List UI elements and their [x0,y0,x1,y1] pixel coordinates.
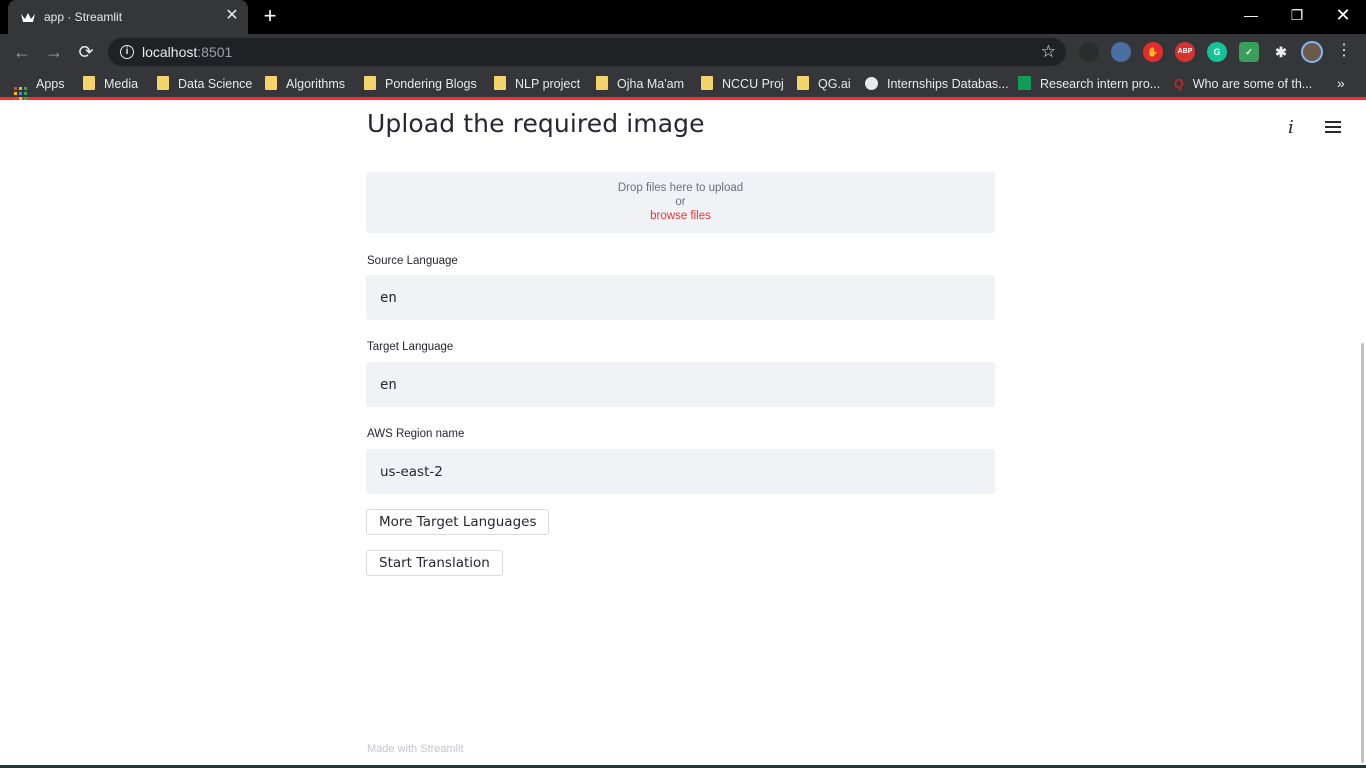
folder-icon [265,76,277,90]
bookmark-ojha-maam[interactable]: Ojha Ma'am [596,76,684,94]
bookmark-label: NCCU Proj [722,77,784,91]
folder-icon [83,76,95,90]
bookmarks-bar: Apps Media Data Science Algorithms Ponde… [0,70,1366,100]
bookmark-label: Pondering Blogs [385,77,477,91]
aws-region-label: AWS Region name [367,428,465,440]
bookmark-star-icon[interactable]: ☆ [1041,42,1056,62]
start-translation-button[interactable]: Start Translation [366,550,503,576]
bookmark-label: Media [104,77,139,91]
page-title: Upload the required image [367,109,705,138]
bookmark-apps[interactable]: Apps [14,76,65,100]
url-port: :8501 [197,44,233,60]
new-tab-button[interactable]: + [260,5,280,27]
target-language-input[interactable] [366,362,995,407]
browser-tab[interactable]: app · Streamlit ✕ [8,0,248,34]
bookmark-label: Apps [36,77,65,91]
bookmark-pondering-blogs[interactable]: Pondering Blogs [364,76,477,94]
folder-icon [596,76,608,90]
bookmark-nccu-proj[interactable]: NCCU Proj [701,76,784,94]
address-bar[interactable]: i localhost:8501 ☆ [108,38,1066,66]
bookmark-research-intern[interactable]: Research intern pro... [1018,76,1160,94]
target-language-label: Target Language [367,341,454,353]
extension-stop-hand-icon[interactable]: ✋ [1143,42,1163,62]
folder-icon [797,76,809,90]
source-language-input[interactable] [366,275,995,320]
about-info-icon[interactable]: i [1288,117,1294,138]
browser-menu-icon[interactable]: ⋮ [1336,42,1352,60]
bookmark-label: NLP project [515,77,581,91]
url-text[interactable]: localhost:8501 [142,44,232,60]
back-button[interactable]: ← [10,40,34,64]
streamlit-page: i Upload the required image Drop files h… [0,103,1366,768]
bookmarks-overflow-icon[interactable]: » [1337,75,1345,91]
more-target-languages-button[interactable]: More Target Languages [366,509,550,535]
profile-avatar[interactable] [1301,41,1323,63]
quora-icon: Q [1174,77,1184,91]
globe-icon [865,77,878,90]
browse-files-link[interactable]: browse files [366,210,995,222]
bookmark-label: Who are some of th... [1192,77,1313,91]
adblock-plus-icon[interactable]: ABP [1175,42,1195,62]
sheets-icon [1018,76,1031,90]
bookmark-label: QG.ai [818,77,851,91]
bookmark-algorithms[interactable]: Algorithms [265,76,345,94]
bookmark-quora[interactable]: Q Who are some of th... [1174,76,1312,94]
folder-icon [701,76,713,90]
hamburger-menu-icon[interactable] [1325,121,1341,135]
browser-toolbar: ← → ⟳ i localhost:8501 ☆ ✋ ABP G ✓ ✱ ⋮ [0,34,1366,70]
extension-translate-icon[interactable] [1111,42,1131,62]
streamlit-favicon-icon [21,13,35,22]
reload-button[interactable]: ⟳ [74,40,98,64]
bookmark-media[interactable]: Media [83,76,138,94]
aws-region-input[interactable] [366,449,995,494]
uploader-hint: Drop files here to upload [617,182,744,194]
tab-title: app · Streamlit [44,10,123,24]
folder-icon [157,76,169,90]
folder-icon [364,76,376,90]
bookmark-data-science[interactable]: Data Science [157,76,252,94]
extensions-puzzle-icon[interactable]: ✱ [1271,42,1291,62]
tab-close-icon[interactable]: ✕ [224,8,240,24]
url-host: localhost [142,44,198,60]
maximize-button[interactable]: ❐ [1274,4,1320,28]
apps-grid-icon [14,87,27,100]
site-info-icon[interactable]: i [120,45,134,59]
bookmark-label: Data Science [178,77,253,91]
bookmark-qg-ai[interactable]: QG.ai [797,76,851,94]
file-uploader-dropzone[interactable]: Drop files here to upload or browse file… [366,172,995,233]
minimize-button[interactable]: — [1228,4,1274,28]
tab-bar: app · Streamlit ✕ + — ❐ ✕ [0,0,1366,34]
close-window-button[interactable]: ✕ [1320,4,1366,28]
bookmark-label: Algorithms [286,77,346,91]
page-scrollbar[interactable] [1361,343,1364,763]
made-with-streamlit-footer[interactable]: Made with Streamlit [367,743,464,755]
bookmark-internships-database[interactable]: Internships Databas... [865,76,1009,94]
grammarly-icon[interactable]: G [1207,42,1227,62]
bookmark-label: Research intern pro... [1040,77,1161,91]
bookmark-nlp-project[interactable]: NLP project [494,76,580,94]
extension-dark-icon[interactable] [1079,42,1099,62]
uploader-or: or [675,196,686,208]
extension-mail-check-icon[interactable]: ✓ [1239,42,1259,62]
bookmark-label: Internships Databas... [887,77,1009,91]
forward-button[interactable]: → [42,40,66,64]
folder-icon [494,76,506,90]
bookmark-label: Ojha Ma'am [617,77,684,91]
source-language-label: Source Language [367,255,458,267]
